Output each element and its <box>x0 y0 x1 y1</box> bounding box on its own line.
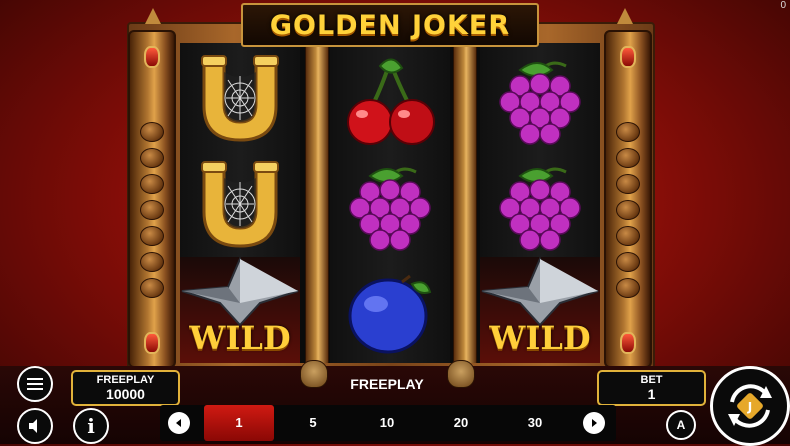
bet-value: 1 <box>647 386 656 402</box>
bet-label: BET <box>640 374 663 386</box>
menu-button[interactable] <box>17 366 53 402</box>
knob <box>140 226 164 246</box>
knob <box>140 252 164 272</box>
knob <box>140 122 164 142</box>
horseshoe-icon <box>201 55 279 142</box>
autoplay-button[interactable]: A <box>666 410 696 440</box>
knob <box>140 174 164 194</box>
sound-button[interactable] <box>17 408 53 444</box>
info-icon: i <box>87 414 95 438</box>
star-icon <box>181 257 299 327</box>
star-icon <box>481 257 599 327</box>
reel-area: WILD WILD <box>180 43 600 363</box>
knob <box>616 148 640 168</box>
reel-3: WILD <box>480 43 600 363</box>
freeplay-label: FREEPLAY <box>96 374 155 386</box>
symbol-horseshoe <box>180 153 300 259</box>
grapes-icon <box>349 167 431 251</box>
reel-2 <box>330 43 450 363</box>
knob <box>616 174 640 194</box>
knob <box>616 200 640 220</box>
symbol-grapes <box>480 153 600 259</box>
bet-option-5[interactable]: 5 <box>278 405 348 441</box>
pillar-right <box>604 30 652 368</box>
symbol-wild: WILD <box>180 257 300 363</box>
bet-option-1[interactable]: 1 <box>204 405 274 441</box>
knob <box>616 252 640 272</box>
title-banner: GOLDEN JOKER <box>241 3 539 47</box>
spire-left <box>145 8 161 24</box>
chevron-right-icon <box>592 419 597 427</box>
symbol-plum <box>330 257 450 363</box>
gem-icon <box>620 332 636 354</box>
bet-option-20[interactable]: 20 <box>426 405 496 441</box>
speaker-icon <box>29 419 37 433</box>
knob <box>140 278 164 298</box>
knob <box>140 200 164 220</box>
knob <box>140 148 164 168</box>
grapes-icon <box>499 167 581 251</box>
reel-divider <box>453 43 477 363</box>
grapes-icon <box>499 61 581 145</box>
bet-display: BET 1 <box>597 370 706 406</box>
symbol-grapes <box>480 47 600 153</box>
wild-label: WILD <box>489 319 591 357</box>
corner-counter: 0 <box>780 0 786 11</box>
knob <box>616 278 640 298</box>
symbol-grapes <box>330 153 450 259</box>
svg-text:J: J <box>747 400 752 414</box>
gem-icon <box>144 332 160 354</box>
skull-icon <box>447 360 475 388</box>
knob <box>616 226 640 246</box>
menu-icon <box>27 378 43 390</box>
reel-divider <box>305 43 329 363</box>
freeplay-value: 10000 <box>106 386 145 402</box>
plum-icon <box>348 274 432 354</box>
spin-icon: J <box>728 384 772 428</box>
bet-option-10[interactable]: 10 <box>352 405 422 441</box>
autoplay-label: A <box>676 418 686 432</box>
chevron-left-icon <box>176 419 181 427</box>
pillar-left <box>128 30 176 368</box>
bet-selector: 1 5 10 20 30 <box>160 405 616 441</box>
game-title: GOLDEN JOKER <box>269 9 511 41</box>
horseshoe-icon <box>201 161 279 248</box>
status-text: FREEPLAY <box>350 376 424 392</box>
wild-label: WILD <box>189 319 291 357</box>
spin-button[interactable]: J <box>710 366 790 446</box>
bet-prev-button[interactable] <box>168 412 190 434</box>
skull-icon <box>300 360 328 388</box>
spire-right <box>617 8 633 24</box>
freeplay-balance: FREEPLAY 10000 <box>71 370 180 406</box>
symbol-wild: WILD <box>480 257 600 363</box>
reel-1: WILD <box>180 43 300 363</box>
bet-option-30[interactable]: 30 <box>500 405 570 441</box>
knob <box>616 122 640 142</box>
gem-icon <box>620 46 636 68</box>
gem-icon <box>144 46 160 68</box>
info-button[interactable]: i <box>73 408 109 444</box>
cherry-icon <box>347 58 435 145</box>
bet-next-button[interactable] <box>583 412 605 434</box>
symbol-horseshoe <box>180 47 300 153</box>
symbol-cherry <box>330 47 450 153</box>
